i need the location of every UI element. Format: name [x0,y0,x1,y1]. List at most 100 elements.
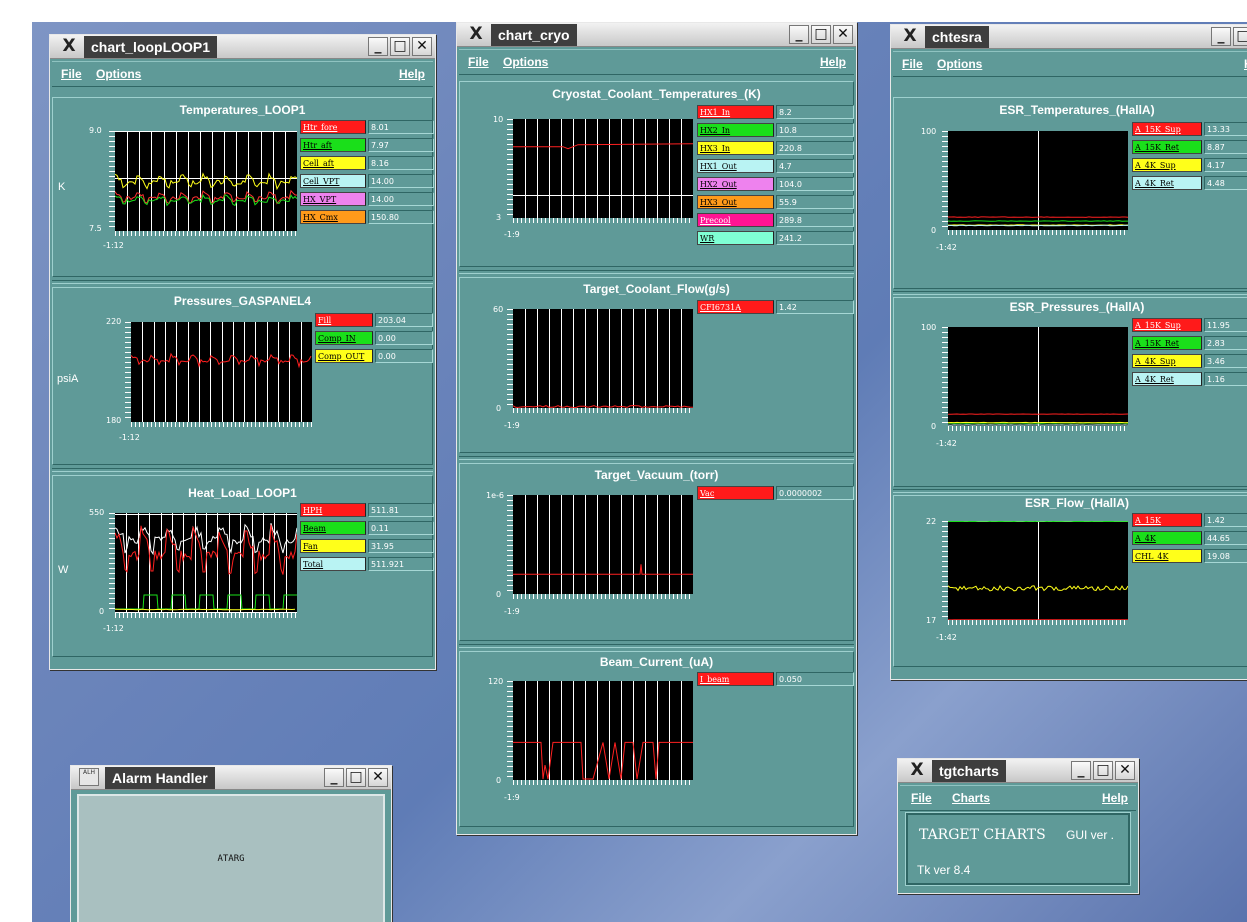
legend-label[interactable]: Precool [697,213,774,227]
esr-window[interactable]: X chtesra _□ File Options H ESR_Temperat… [890,24,1247,680]
legend-row: HX1_Out 4.7 [697,159,854,173]
menu-options[interactable]: Options [503,55,548,69]
cryo-window[interactable]: X chart_cryo _ □ ✕ File Options Help Cryos… [456,22,857,835]
menu-help[interactable]: Help [820,55,846,69]
minimize-button[interactable]: _ [1071,761,1091,780]
legend-value: 241.2 [776,231,854,245]
legend-label[interactable]: A_15K_Sup [1132,318,1202,332]
legend-label[interactable]: Fan [300,539,366,553]
menu-options[interactable]: Options [937,57,982,71]
alarm-handler-window[interactable]: ALH Alarm Handler _ □ ✕ ATARG [70,765,392,922]
legend-label[interactable]: HX3_In [697,141,774,155]
title-bar[interactable]: X chtesra _□ [891,25,1247,49]
y-axis-label: psiA [57,373,79,385]
minimize-button[interactable]: _ [789,25,809,44]
legend-label[interactable]: I_beam [697,672,774,686]
y-axis-ticks [109,513,115,613]
legend-value: 14.00 [368,174,434,188]
legend-label[interactable]: HX_VPT [300,192,366,206]
legend-label[interactable]: HX2_In [697,123,774,137]
legend-label[interactable]: A_4K_Sup [1132,158,1202,172]
minimize-button[interactable]: _ [324,768,344,787]
menu-file[interactable]: File [468,55,489,69]
legend-label[interactable]: A_4K [1132,531,1202,545]
legend-label[interactable]: Cell_VPT [300,174,366,188]
menu-file[interactable]: File [61,67,82,81]
x-start-tick: -1:42 [936,243,957,252]
legend-value: 0.00 [375,331,433,345]
menu-help[interactable]: Help [399,67,425,81]
maximize-button[interactable]: □ [1233,27,1247,46]
legend-label[interactable]: Htr_fore [300,120,366,134]
legend-label[interactable]: Cell_aft [300,156,366,170]
legend-label[interactable]: A_15K_Ret [1132,140,1202,154]
legend-value: 19.08 [1204,549,1247,563]
legend-value: 0.050 [776,672,854,686]
tgtcharts-window[interactable]: X tgtcharts _ □ ✕ File Charts Help TARGET … [897,758,1139,894]
legend-label[interactable]: Total [300,557,366,571]
legend-label[interactable]: Comp_IN [315,331,373,345]
alarm-group-label[interactable]: ATARG [79,854,383,864]
legend-label[interactable]: A_4K_Ret [1132,372,1202,386]
close-button[interactable]: ✕ [412,37,432,56]
legend-label[interactable]: Fill [315,313,373,327]
legend-row: A_15K_Sup 13.33 [1132,122,1247,136]
maximize-button[interactable]: □ [811,25,831,44]
legend-row: HX_VPT 14.00 [300,192,434,206]
legend-label[interactable]: HPH [300,503,366,517]
legend-row: Htr_fore 8.01 [300,120,434,134]
maximize-button[interactable]: □ [1093,761,1113,780]
legend-label[interactable]: HX3_Out [697,195,774,209]
chart-svg [513,309,693,408]
title-bar[interactable]: X chart_loopLOOP1 _ □ ✕ [50,35,435,59]
legend-label[interactable]: A_15K [1132,513,1202,527]
legend-label[interactable]: CFI6731A [697,300,774,314]
legend-label[interactable]: HX1_Out [697,159,774,173]
legend-label[interactable]: Vac [697,486,774,500]
loop-window[interactable]: X chart_loopLOOP1 _ □ ✕ File Options Help … [49,34,436,670]
maximize-button[interactable]: □ [390,37,410,56]
legend-label[interactable]: CHL_4K [1132,549,1202,563]
legend-label[interactable]: WR [697,231,774,245]
legend-label[interactable]: Htr_aft [300,138,366,152]
chart-panel-pressures-gaspanel4: Pressures_GASPANEL4 psiA 220 180 -1:12 F… [52,287,433,465]
legend-value: 0.0000002 [776,486,854,500]
maximize-button[interactable]: □ [346,768,366,787]
menu-help[interactable]: Help [1102,791,1128,805]
x-axis-ticks [513,594,693,599]
chart-svg [513,681,693,780]
legend-value: 8.2 [776,105,854,119]
legend-label[interactable]: HX1_In [697,105,774,119]
minimize-button[interactable]: _ [368,37,388,56]
close-button[interactable]: ✕ [368,768,388,787]
title-bar[interactable]: X tgtcharts _ □ ✕ [898,759,1138,783]
title-bar[interactable]: X chart_cryo _ □ ✕ [457,23,856,47]
x-axis-ticks [948,620,1128,625]
menu-file[interactable]: File [911,791,932,805]
title-bar[interactable]: ALH Alarm Handler _ □ ✕ [71,766,391,790]
close-button[interactable]: ✕ [833,25,853,44]
y-max-tick: 60 [493,305,504,314]
y-axis-ticks [125,322,131,422]
legend-label[interactable]: HX2_Out [697,177,774,191]
legend-label[interactable]: Comp_OUT [315,349,373,363]
legend-value: 31.95 [368,539,434,553]
legend-label[interactable]: A_4K_Ret [1132,176,1202,190]
chart-panel-beam-current: Beam_Current_(uA) 120 0 -1:9 I_beam 0.050 [459,651,854,827]
alarm-group-panel[interactable]: ATARG [77,794,385,922]
legend-label[interactable]: A_15K_Ret [1132,336,1202,350]
legend-label[interactable]: HX_Cmx [300,210,366,224]
close-button[interactable]: ✕ [1115,761,1135,780]
legend-value: 14.00 [368,192,434,206]
menu-file[interactable]: File [902,57,923,71]
menu-options[interactable]: Options [96,67,141,81]
legend-label[interactable]: A_4K_Sup [1132,354,1202,368]
minimize-button[interactable]: _ [1211,27,1231,46]
x-axis-ticks [513,218,693,223]
menu-bar: File Options Help [459,49,854,75]
chart-title: Temperatures_LOOP1 [179,103,306,117]
legend-label[interactable]: A_15K_Sup [1132,122,1202,136]
menu-charts[interactable]: Charts [952,791,990,805]
legend-label[interactable]: Beam [300,521,366,535]
chart-title: Target_Vacuum_(torr) [594,468,719,482]
